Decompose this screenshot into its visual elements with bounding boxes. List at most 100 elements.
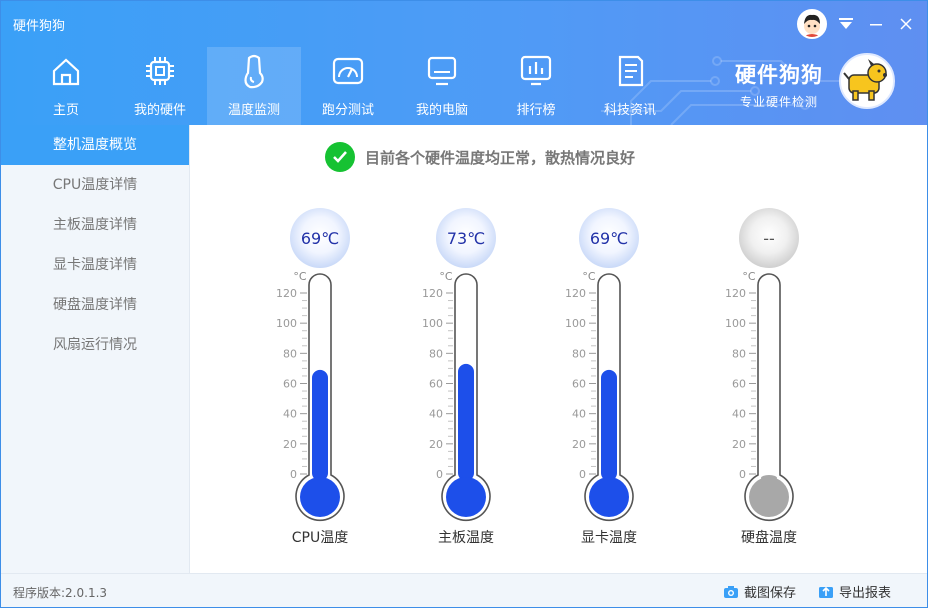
main-panel: 目前各个硬件温度均正常，散热情况良好 69℃ °C 120 100 80 60 40 20 0 C… — [191, 125, 927, 573]
unit-label: °C — [582, 270, 596, 283]
temperature-reading: -- — [763, 229, 775, 248]
thermometer-3: 69℃ °C 120 100 80 60 40 20 0 显卡温度 — [565, 208, 639, 546]
scale-label: 120 — [276, 287, 297, 300]
thermometer-label: 硬盘温度 — [741, 529, 797, 546]
mercury-bulb — [446, 477, 486, 517]
screenshot-save-button[interactable]: 截图保存 — [724, 582, 796, 601]
avatar-face-icon — [803, 14, 821, 37]
scale-label: 100 — [276, 317, 297, 330]
main-nav: 主页 我的硬件 温度监测 跑分测试 我的电脑 排行榜 科技资讯 — [19, 47, 677, 125]
scale-label: 20 — [572, 438, 586, 451]
news-icon — [618, 55, 644, 87]
brand-slogan: 专业硬件检测 — [739, 95, 818, 109]
nav-label: 排行榜 — [516, 103, 556, 118]
temperature-reading: 69℃ — [301, 229, 339, 248]
nav-item-7[interactable]: 科技资讯 — [583, 47, 677, 125]
scale-label: 80 — [429, 347, 443, 360]
unit-label: °C — [293, 270, 307, 283]
nav-item-3[interactable]: 温度监测 — [207, 47, 301, 125]
close-button[interactable] — [895, 13, 917, 35]
sidebar: 整机温度概览 CPU温度详情 主板温度详情 显卡温度详情 硬盘温度详情 风扇运行情况 — [1, 125, 190, 573]
footer: 程序版本:2.0.1.3 截图保存 导出报表 — [1, 573, 927, 607]
mercury-bulb — [300, 477, 340, 517]
scale-label: 0 — [579, 468, 586, 481]
scale-label: 120 — [422, 287, 443, 300]
mercury-column — [312, 369, 328, 481]
export-report-button[interactable]: 导出报表 — [819, 582, 891, 601]
scale-label: 100 — [725, 317, 746, 330]
minimize-icon — [870, 24, 882, 26]
nav-label: 我的电脑 — [415, 103, 468, 118]
menu-dropdown-button[interactable] — [835, 13, 857, 35]
sidebar-item-5[interactable]: 硬盘温度详情 — [1, 285, 189, 325]
unit-label: °C — [439, 270, 453, 283]
sidebar-item-4[interactable]: 显卡温度详情 — [1, 245, 189, 285]
scale-label: 60 — [429, 378, 443, 391]
screenshot-save-label: 截图保存 — [744, 586, 797, 601]
scale-label: 60 — [283, 378, 297, 391]
nav-label: 我的硬件 — [133, 103, 186, 118]
close-icon — [900, 18, 912, 30]
camera-icon — [724, 585, 738, 598]
thermometer-icon — [244, 54, 264, 89]
nav-item-1[interactable]: 主页 — [19, 47, 113, 125]
export-icon — [819, 586, 833, 598]
dog-logo-icon — [839, 53, 895, 109]
nav-item-5[interactable]: 我的电脑 — [395, 47, 489, 125]
thermometer-label: CPU温度 — [292, 530, 348, 546]
mercury-column — [458, 363, 474, 481]
header: 硬件狗狗 主页 我的硬件 温度监测 跑分测试 我的电脑 排行榜 科技资讯 硬件狗… — [1, 1, 927, 125]
version-label: 程序版本:2.0.1.3 — [13, 586, 108, 600]
scale-label: 80 — [732, 347, 746, 360]
app-window: 硬件狗狗 主页 我的硬件 温度监测 跑分测试 我的电脑 排行榜 科技资讯 硬件狗… — [0, 0, 928, 608]
user-avatar[interactable] — [797, 9, 827, 39]
scale-label: 0 — [436, 468, 443, 481]
thermometer-1: 69℃ °C 120 100 80 60 40 20 0 CPU温度 — [276, 208, 350, 546]
scale-label: 0 — [739, 468, 746, 481]
window-controls — [797, 9, 917, 39]
thermometer-panel: 69℃ °C 120 100 80 60 40 20 0 CPU温度 73℃ °C 120 100 80 60… — [276, 208, 799, 546]
temperature-reading: 73℃ — [447, 229, 485, 248]
nav-item-4[interactable]: 跑分测试 — [301, 47, 395, 125]
scale-label: 120 — [725, 287, 746, 300]
scale-label: 40 — [732, 408, 746, 421]
nav-label: 温度监测 — [227, 103, 280, 118]
thermometer-label: 主板温度 — [438, 530, 494, 546]
speedometer-icon — [332, 57, 364, 85]
nav-item-6[interactable]: 排行榜 — [489, 47, 583, 125]
scale-label: 40 — [283, 408, 297, 421]
mercury-column — [601, 369, 617, 481]
minimize-button[interactable] — [865, 13, 887, 35]
scale-label: 20 — [732, 438, 746, 451]
sidebar-item-2[interactable]: CPU温度详情 — [1, 165, 189, 205]
scale-label: 40 — [429, 408, 443, 421]
scale-label: 60 — [572, 378, 586, 391]
ranking-icon — [520, 55, 552, 86]
scale-label: 120 — [565, 287, 586, 300]
thermometer-4: -- °C 120 100 80 60 40 20 0 硬盘温度 — [725, 208, 799, 546]
scale-label: 100 — [422, 317, 443, 330]
scale-label: 80 — [283, 347, 297, 360]
thermometer-label: 显卡温度 — [581, 530, 637, 546]
brand: 硬件狗狗 专业硬件检测 — [735, 59, 823, 110]
dropdown-arrow-icon — [839, 18, 853, 29]
mercury-bulb — [749, 477, 789, 517]
chip-icon — [146, 57, 174, 85]
unit-label: °C — [742, 270, 756, 283]
thermometer-2: 73℃ °C 120 100 80 60 40 20 0 主板温度 — [422, 208, 496, 546]
sidebar-item-3[interactable]: 主板温度详情 — [1, 205, 189, 245]
scale-label: 80 — [572, 347, 586, 360]
brand-name: 硬件狗狗 — [735, 63, 823, 87]
mercury-bulb — [589, 477, 629, 517]
scale-label: 40 — [572, 408, 586, 421]
temperature-reading: 69℃ — [590, 229, 628, 248]
nav-item-2[interactable]: 我的硬件 — [113, 47, 207, 125]
nav-label: 科技资讯 — [603, 103, 656, 118]
nav-label: 主页 — [52, 103, 79, 118]
sidebar-item-1[interactable]: 整机温度概览 — [1, 125, 189, 165]
scale-label: 20 — [429, 438, 443, 451]
monitor-icon — [427, 56, 457, 86]
scale-label: 20 — [283, 438, 297, 451]
sidebar-item-6[interactable]: 风扇运行情况 — [1, 325, 189, 365]
export-report-label: 导出报表 — [839, 586, 892, 601]
